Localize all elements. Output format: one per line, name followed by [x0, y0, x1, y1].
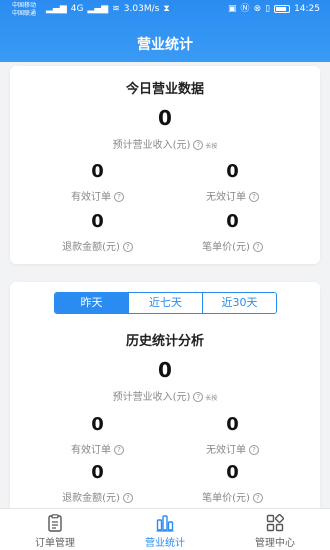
- stat-label-row: 有效订单?: [20, 441, 175, 456]
- period-tabs: 昨天 近七天 近30天: [54, 292, 277, 314]
- stat-value: 0: [226, 414, 239, 435]
- bottom-nav: 订单管理 营业统计 管理中心: [0, 508, 330, 550]
- nav-label: 订单管理: [35, 538, 75, 549]
- signal-icon-2: ▂▄▆: [87, 4, 109, 14]
- stat-value: 0: [91, 161, 104, 182]
- nav-label: 营业统计: [145, 538, 185, 549]
- stat-label-row: 无效订单?: [155, 441, 310, 456]
- nav-management[interactable]: 管理中心: [220, 509, 330, 550]
- clipboard-icon: [0, 514, 110, 532]
- tab-last-30-days[interactable]: 近30天: [203, 293, 276, 313]
- stat-label: 有效订单: [71, 445, 111, 456]
- wifi-icon: ≋: [112, 4, 120, 14]
- help-icon[interactable]: ?: [252, 493, 263, 503]
- stat-label: 无效订单: [206, 192, 246, 203]
- today-revenue-label-row: 预计营业收入(元)? 长按: [10, 136, 320, 151]
- stat-label-row: 退款金额(元)?: [20, 238, 175, 253]
- network-type: 4G: [70, 4, 84, 14]
- stat-label: 退款金额(元): [62, 493, 120, 504]
- history-revenue-label: 预计营业收入(元): [112, 392, 191, 403]
- today-title: 今日营业数据: [125, 82, 204, 97]
- stat-value: 0: [226, 462, 239, 483]
- nav-label: 管理中心: [255, 538, 295, 549]
- stat-value: 0: [91, 211, 104, 232]
- carrier-info: 中国移动 中国联通: [12, 2, 36, 18]
- stat-label-row: 笔单价(元)?: [155, 238, 310, 253]
- stat-label-row: 笔单价(元)?: [155, 489, 310, 504]
- grid-icon: [220, 514, 330, 532]
- signal-icon: ▂▄▆: [46, 4, 67, 14]
- help-icon[interactable]: ?: [114, 192, 124, 202]
- history-stats-card: 昨天 近七天 近30天 历史统计分析 0 预计营业收入(元)? 长按 0 有效订单…: [10, 282, 320, 508]
- page-title: 营业统计: [137, 37, 193, 53]
- history-revenue-value: 0: [158, 358, 172, 382]
- status-right: ▣ Ⓝ ⊗ ▯ 14:25: [228, 4, 320, 14]
- help-icon[interactable]: ?: [252, 242, 263, 252]
- help-icon[interactable]: ?: [193, 140, 204, 150]
- network-speed: 3.03M/s: [123, 4, 160, 14]
- stat-label-row: 无效订单?: [155, 188, 310, 203]
- stat-label: 笔单价(元): [202, 242, 250, 253]
- help-icon[interactable]: ?: [193, 392, 204, 402]
- nfc-icon: Ⓝ: [240, 4, 250, 14]
- help-icon[interactable]: ?: [249, 445, 259, 455]
- nav-orders[interactable]: 订单管理: [0, 509, 110, 550]
- stat-value: 0: [91, 462, 104, 483]
- mute-icon: ⊗: [253, 4, 262, 14]
- download-icon: ⧗: [163, 4, 170, 14]
- stat-label: 有效订单: [71, 192, 111, 203]
- today-invalid-orders: 0 无效订单?: [155, 161, 310, 203]
- help-icon[interactable]: ?: [122, 493, 133, 503]
- stat-value: 0: [226, 211, 239, 232]
- stat-label: 笔单价(元): [202, 493, 250, 504]
- today-stats-card: 今日营业数据 0 预计营业收入(元)? 长按 0 有效订单? 0 无效订单? 0 …: [10, 66, 320, 264]
- stat-label: 无效订单: [206, 445, 246, 456]
- today-revenue-tip: 长按: [205, 142, 218, 150]
- today-unit-price: 0 笔单价(元)?: [155, 211, 310, 253]
- today-revenue-label: 预计营业收入(元): [112, 140, 191, 151]
- carrier-1: 中国移动: [12, 2, 37, 9]
- clock: 14:25: [294, 4, 320, 14]
- carrier-2: 中国联通: [12, 10, 37, 17]
- history-title: 历史统计分析: [125, 334, 204, 349]
- history-refund-amount: 0 退款金额(元)?: [20, 462, 175, 504]
- stat-label: 退款金额(元): [62, 242, 120, 253]
- stat-value: 0: [91, 414, 104, 435]
- app-header: 中国移动 中国联通 ▂▄▆ 4G ▂▄▆ ≋ 3.03M/s ⧗ ▣ Ⓝ ⊗ ▯…: [0, 0, 330, 62]
- stat-label-row: 退款金额(元)?: [20, 489, 175, 504]
- today-valid-orders: 0 有效订单?: [20, 161, 175, 203]
- status-bar: 中国移动 中国联通 ▂▄▆ 4G ▂▄▆ ≋ 3.03M/s ⧗ ▣ Ⓝ ⊗ ▯…: [0, 0, 330, 20]
- bar-chart-icon: [110, 514, 220, 532]
- tab-last-7-days[interactable]: 近七天: [129, 293, 203, 313]
- battery-icon: [274, 5, 291, 13]
- history-revenue-label-row: 预计营业收入(元)? 长按: [10, 388, 320, 403]
- status-left: ▂▄▆ 4G ▂▄▆ ≋ 3.03M/s ⧗: [46, 4, 170, 14]
- history-invalid-orders: 0 无效订单?: [155, 414, 310, 456]
- help-icon[interactable]: ?: [122, 242, 133, 252]
- stat-label-row: 有效订单?: [20, 188, 175, 203]
- history-valid-orders: 0 有效订单?: [20, 414, 175, 456]
- today-refund-amount: 0 退款金额(元)?: [20, 211, 175, 253]
- nav-business-stats[interactable]: 营业统计: [110, 509, 220, 550]
- tab-yesterday[interactable]: 昨天: [55, 293, 129, 313]
- vibrate-icon: ▯: [265, 4, 271, 14]
- stat-value: 0: [226, 161, 239, 182]
- help-icon[interactable]: ?: [249, 192, 259, 202]
- help-icon[interactable]: ?: [114, 445, 124, 455]
- today-revenue-value: 0: [158, 106, 172, 130]
- history-unit-price: 0 笔单价(元)?: [155, 462, 310, 504]
- history-revenue-tip: 长按: [205, 394, 218, 402]
- hd-icon: ▣: [228, 4, 237, 14]
